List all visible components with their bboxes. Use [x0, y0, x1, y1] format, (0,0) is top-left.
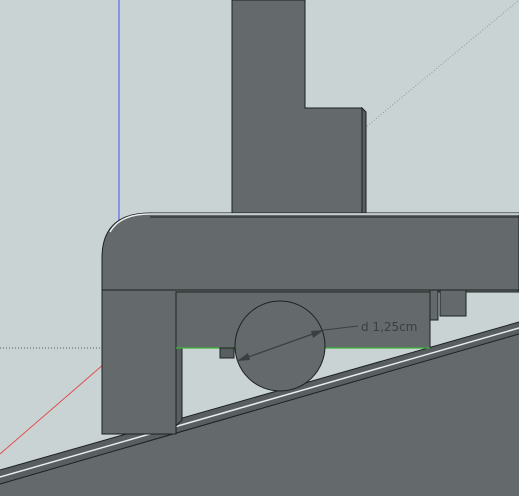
- 3d-scene-canvas[interactable]: d 1,25cm: [0, 0, 519, 496]
- right-nub-right: [439, 289, 467, 317]
- right-nub-left: [429, 289, 439, 321]
- small-tab: [219, 347, 235, 359]
- modeling-viewport[interactable]: d 1,25cm: [0, 0, 519, 496]
- diameter-dimension-label[interactable]: d 1,25cm: [361, 320, 417, 334]
- vertical-post-side-face: [361, 106, 367, 217]
